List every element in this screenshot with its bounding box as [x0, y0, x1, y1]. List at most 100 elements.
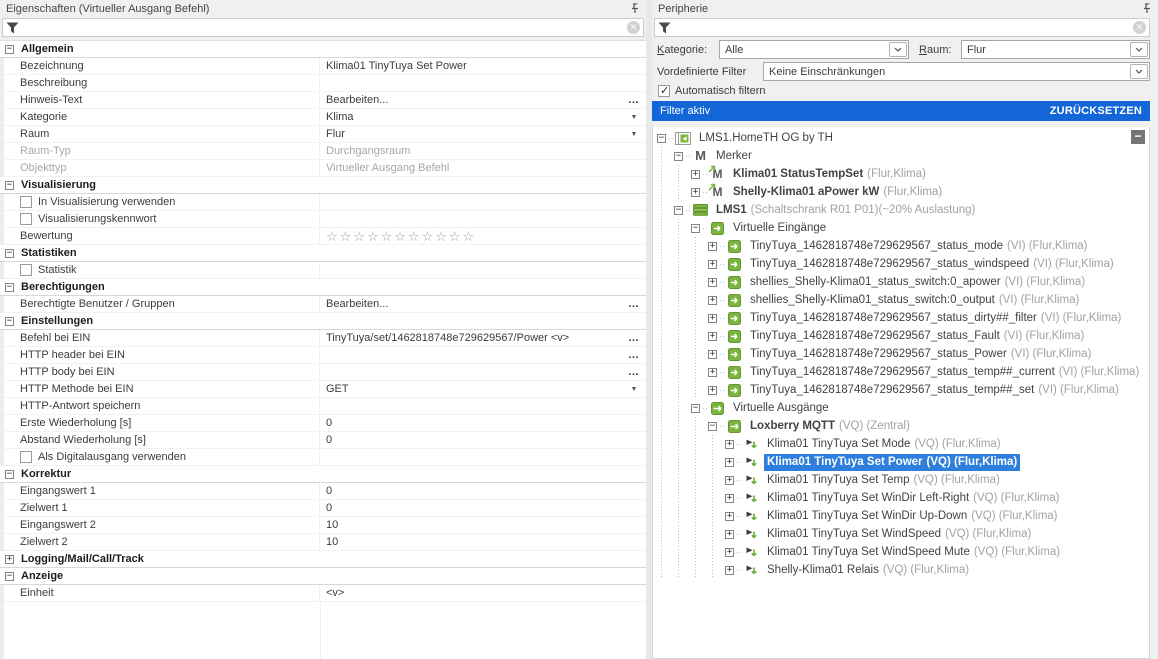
property-checkbox[interactable] [20, 196, 32, 208]
tree-row[interactable]: +Klima01 TinyTuya Set WindSpeed Mute(VQ)… [653, 543, 1149, 561]
tree-row[interactable]: + TinyTuya_1462818748e729629567_status_di… [653, 309, 1149, 327]
section-header[interactable]: −Statistiken [0, 245, 646, 262]
collapse-all-button[interactable]: − [1131, 130, 1145, 144]
property-row[interactable]: HTTP-Antwort speichern [0, 398, 646, 415]
tree-row-highlight[interactable]: TinyTuya_1462818748e729629567_status_tem… [747, 364, 1142, 381]
ellipsis-button[interactable]: … [628, 332, 640, 344]
tree-row[interactable]: +MKlima01 StatusTempSet(Flur,Klima) [653, 165, 1149, 183]
expand-icon[interactable]: + [708, 314, 717, 323]
pin-icon[interactable] [630, 3, 640, 14]
property-row[interactable]: Visualisierungskennwort [0, 211, 646, 228]
collapse-icon[interactable]: − [708, 422, 717, 431]
property-value-cell[interactable]: <v> [320, 585, 622, 601]
tree-row-highlight[interactable]: TinyTuya_1462818748e729629567_status_Pow… [747, 346, 1094, 363]
expand-icon[interactable]: + [708, 350, 717, 359]
tree-row[interactable]: +shellies_Shelly-Klima01_status_switch:0… [653, 291, 1149, 309]
property-value-cell[interactable]: 0 [320, 500, 622, 516]
expand-icon[interactable]: + [708, 260, 717, 269]
property-row[interactable]: Abstand Wiederholung [s]0 [0, 432, 646, 449]
property-value-cell[interactable] [320, 449, 622, 465]
collapse-icon[interactable]: − [5, 181, 14, 190]
tree-row-highlight[interactable]: shellies_Shelly-Klima01_status_switch:0_… [747, 292, 1082, 309]
tree-row-highlight[interactable]: Shelly-Klima01 Relais(VQ) (Flur,Klima) [764, 562, 972, 579]
tree-row[interactable]: + TinyTuya_1462818748e729629567_status_te… [653, 363, 1149, 381]
section-header[interactable]: −Allgemein [0, 41, 646, 58]
dropdown-arrow-icon[interactable]: ▼ [631, 114, 638, 121]
property-value-cell[interactable]: ☆☆☆☆☆☆☆☆☆☆☆ [320, 228, 622, 244]
tree-row-highlight[interactable]: TinyTuya_1462818748e729629567_status_tem… [747, 382, 1122, 399]
collapse-icon[interactable]: − [5, 317, 14, 326]
section-header[interactable]: −Berechtigungen [0, 279, 646, 296]
tree-row[interactable]: +shellies_Shelly-Klima01_status_switch:0… [653, 273, 1149, 291]
property-row[interactable]: Zielwert 210 [0, 534, 646, 551]
filter-clear-icon[interactable]: ✕ [627, 21, 640, 34]
tree-row[interactable]: −LMS1.HomeTH OG by TH [653, 129, 1149, 147]
tree-row[interactable]: + TinyTuya_1462818748e729629567_status_te… [653, 381, 1149, 399]
tree-row-highlight[interactable]: LMS1(Schaltschrank R01 P01)(~20% Auslast… [713, 202, 978, 219]
section-header[interactable]: −Visualisierung [0, 177, 646, 194]
property-value-cell[interactable] [320, 398, 622, 414]
section-header[interactable]: −Einstellungen [0, 313, 646, 330]
tree-row[interactable]: +Klima01 TinyTuya Set WinDir Up-Down(VQ)… [653, 507, 1149, 525]
collapse-icon[interactable]: − [5, 572, 14, 581]
tree-row-highlight[interactable]: TinyTuya_1462818748e729629567_status_win… [747, 256, 1117, 273]
property-value-cell[interactable]: Klima01 TinyTuya Set Power [320, 58, 622, 74]
tree-row-highlight[interactable]: Klima01 TinyTuya Set WinDir Up-Down(VQ) … [764, 508, 1061, 525]
property-row[interactable]: HTTP body bei EIN… [0, 364, 646, 381]
property-value-cell[interactable]: Klima [320, 109, 622, 125]
collapse-icon[interactable]: − [674, 152, 683, 161]
tree-row-highlight[interactable]: Klima01 TinyTuya Set WinDir Left-Right(V… [764, 490, 1062, 507]
property-value-cell[interactable]: GET [320, 381, 622, 397]
category-select[interactable]: Alle [719, 40, 909, 59]
collapse-icon[interactable]: − [657, 134, 666, 143]
expand-icon[interactable]: + [725, 530, 734, 539]
collapse-icon[interactable]: − [674, 206, 683, 215]
dropdown-arrow-icon[interactable]: ▼ [631, 131, 638, 138]
tree-row[interactable]: −MMerker [653, 147, 1149, 165]
auto-filter-checkbox[interactable] [658, 85, 670, 97]
tree-row[interactable]: +Klima01 TinyTuya Set Power(VQ) (Flur,Kl… [653, 453, 1149, 471]
property-value-cell[interactable] [320, 194, 622, 210]
property-value-cell[interactable] [320, 75, 622, 91]
property-checkbox[interactable] [20, 264, 32, 276]
property-row[interactable]: Eingangswert 10 [0, 483, 646, 500]
property-value-cell[interactable]: Virtueller Ausgang Befehl [320, 160, 622, 176]
tree-row[interactable]: −Virtuelle Ausgänge [653, 399, 1149, 417]
property-checkbox[interactable] [20, 213, 32, 225]
chevron-down-icon[interactable] [1130, 64, 1148, 79]
tree-row[interactable]: +Shelly-Klima01 Relais(VQ) (Flur,Klima) [653, 561, 1149, 579]
property-row[interactable]: Eingangswert 210 [0, 517, 646, 534]
property-row[interactable]: KategorieKlima▼ [0, 109, 646, 126]
tree-row-highlight[interactable]: Klima01 TinyTuya Set Mode(VQ) (Flur,Klim… [764, 436, 1004, 453]
collapse-icon[interactable]: − [5, 249, 14, 258]
tree-row[interactable]: +Klima01 TinyTuya Set Mode(VQ) (Flur,Kli… [653, 435, 1149, 453]
tree-row-highlight[interactable]: TinyTuya_1462818748e729629567_status_dir… [747, 310, 1124, 327]
tree-row-highlight[interactable]: Shelly-Klima01 aPower kW(Flur,Klima) [730, 184, 945, 201]
tree-row[interactable]: +Klima01 TinyTuya Set Temp(VQ) (Flur,Kli… [653, 471, 1149, 489]
expand-icon[interactable]: + [725, 458, 734, 467]
section-header[interactable]: −Anzeige [0, 568, 646, 585]
tree-row-highlight[interactable]: Klima01 TinyTuya Set WindSpeed(VQ) (Flur… [764, 526, 1034, 543]
property-value-cell[interactable] [320, 211, 622, 227]
tree-row-highlight[interactable]: Virtuelle Ausgänge [730, 400, 832, 417]
tree-row[interactable]: +TinyTuya_1462818748e729629567_status_mo… [653, 237, 1149, 255]
expand-icon[interactable]: + [725, 548, 734, 557]
expand-icon[interactable]: + [725, 476, 734, 485]
property-row[interactable]: BezeichnungKlima01 TinyTuya Set Power [0, 58, 646, 75]
property-value-cell[interactable]: 0 [320, 432, 622, 448]
chevron-down-icon[interactable] [889, 42, 907, 57]
property-value-cell[interactable]: Bearbeiten... [320, 296, 622, 312]
property-value-cell[interactable] [320, 364, 622, 380]
expand-icon[interactable]: + [5, 555, 14, 564]
tree-row[interactable]: −Loxberry MQTT(VQ) (Zentral) [653, 417, 1149, 435]
tree-row[interactable]: +MShelly-Klima01 aPower kW(Flur,Klima) [653, 183, 1149, 201]
expand-icon[interactable]: + [708, 386, 717, 395]
collapse-icon[interactable]: − [5, 470, 14, 479]
properties-filter-input[interactable]: ✕ [2, 18, 644, 37]
pin-icon[interactable] [1142, 3, 1152, 14]
expand-icon[interactable]: + [708, 368, 717, 377]
expand-icon[interactable]: + [691, 170, 700, 179]
property-row[interactable]: ObjekttypVirtueller Ausgang Befehl [0, 160, 646, 177]
section-header[interactable]: −Korrektur [0, 466, 646, 483]
property-row[interactable]: Berechtigte Benutzer / GruppenBearbeiten… [0, 296, 646, 313]
